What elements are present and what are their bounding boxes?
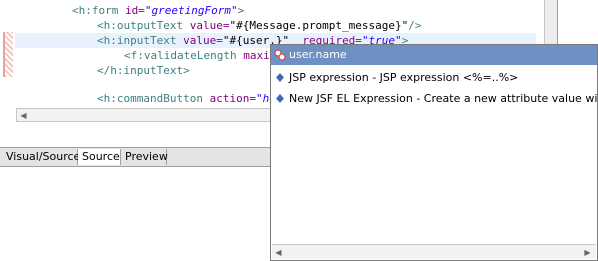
code-line-7: <h:commandButton action="he [97, 91, 276, 106]
code-token: > [237, 4, 245, 17]
autocomplete-item-jsf-el-expression[interactable]: New JSF EL Expression - Create a new att… [271, 90, 597, 107]
template-icon [275, 90, 287, 107]
code-token: </h:inputText> [97, 64, 190, 77]
tab-source[interactable]: Source [78, 149, 121, 165]
code-token: value= [183, 34, 223, 47]
autocomplete-item-jsp-expression[interactable]: JSP expression - JSP expression <%=..%> [271, 69, 597, 86]
scroll-right-icon[interactable]: ▶ [581, 246, 594, 258]
change-marker [3, 32, 13, 77]
code-line-5: </h:inputText> [97, 63, 190, 78]
code-token: action= [209, 92, 256, 105]
autocomplete-popup: user.name JSP expression - JSP expressio… [270, 44, 598, 261]
code-line-2: <h:outputText value="#{Message.prompt_me… [97, 18, 422, 33]
code-token: id= [124, 4, 145, 17]
code-token: "greetingForm" [144, 4, 238, 17]
code-line-4: <f:validateLength maxim [124, 48, 276, 63]
code-token: value= [189, 19, 230, 32]
el-variable-icon [274, 49, 286, 61]
code-token: <f:validateLength [124, 49, 244, 62]
template-icon [275, 69, 287, 86]
code-line-1: <h:form id="greetingForm"> [72, 3, 244, 18]
tab-visual-source[interactable]: Visual/Source [2, 149, 80, 165]
scroll-left-icon[interactable]: ◀ [272, 246, 285, 258]
code-token: <h:inputText [97, 34, 184, 47]
code-token: <h:outputText [97, 19, 190, 32]
code-token: /> [408, 19, 422, 32]
autocomplete-horizontal-scrollbar[interactable]: ◀ ▶ [272, 244, 596, 259]
autocomplete-selected-item[interactable]: user.name [271, 45, 597, 65]
autocomplete-selected-label: user.name [289, 48, 347, 61]
tab-preview[interactable]: Preview [121, 149, 168, 165]
code-token: <h:commandButton [97, 92, 210, 105]
code-token: <h:form [72, 4, 125, 17]
code-token: "#{Message.prompt_message}" [229, 19, 409, 32]
scroll-left-icon[interactable]: ◀ [17, 109, 30, 121]
